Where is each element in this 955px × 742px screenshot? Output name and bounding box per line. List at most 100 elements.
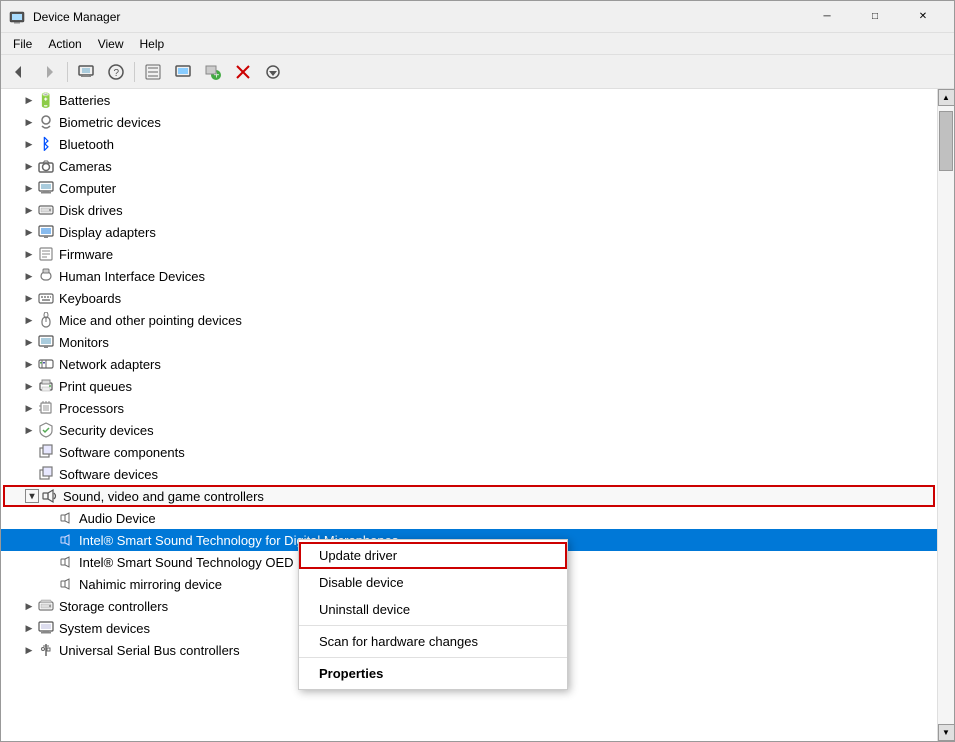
scroll-up-button[interactable]: ▲	[938, 89, 955, 106]
main-content: ▶ 🔋 Batteries ▶ Biometric devices ▶ ᛒ Bl…	[1, 89, 954, 741]
network-label: Network adapters	[59, 357, 161, 372]
tree-item-keyboards[interactable]: ▶ Keyboards	[1, 287, 937, 309]
toolbar-list[interactable]	[139, 59, 167, 85]
scroll-down-button[interactable]: ▼	[938, 724, 955, 741]
update-icon	[265, 64, 281, 80]
sound-icon	[41, 487, 59, 505]
tree-item-display[interactable]: ▶ Display adapters	[1, 221, 937, 243]
toolbar-remove[interactable]	[229, 59, 257, 85]
software-comp-icon	[37, 443, 55, 461]
print-icon	[37, 377, 55, 395]
expand-arrow-system[interactable]: ▶	[21, 620, 37, 636]
tree-item-batteries[interactable]: ▶ 🔋 Batteries	[1, 89, 937, 111]
tree-item-sound[interactable]: ▾ Sound, video and game controllers	[3, 485, 935, 507]
tree-item-biometric[interactable]: ▶ Biometric devices	[1, 111, 937, 133]
menu-view[interactable]: View	[90, 35, 132, 53]
computer-icon	[78, 64, 94, 80]
app-icon	[9, 9, 25, 25]
tree-item-mice[interactable]: ▶ Mice and other pointing devices	[1, 309, 937, 331]
title-bar-left: Device Manager	[9, 9, 120, 25]
expand-arrow-storage[interactable]: ▶	[21, 598, 37, 614]
ctx-properties[interactable]: Properties	[299, 660, 567, 687]
tree-item-software-dev[interactable]: ▶ Software devices	[1, 463, 937, 485]
tree-item-hid[interactable]: ▶ Human Interface Devices	[1, 265, 937, 287]
toolbar-computer[interactable]	[72, 59, 100, 85]
menu-file[interactable]: File	[5, 35, 40, 53]
expand-arrow-security[interactable]: ▶	[21, 422, 37, 438]
expand-arrow-display[interactable]: ▶	[21, 224, 37, 240]
expand-arrow-keyboards[interactable]: ▶	[21, 290, 37, 306]
tree-item-software-comp[interactable]: ▶ Software components	[1, 441, 937, 463]
system-icon	[37, 619, 55, 637]
scroll-thumb[interactable]	[939, 111, 953, 171]
expand-arrow-mice[interactable]: ▶	[21, 312, 37, 328]
tree-item-processors[interactable]: ▶ Processors	[1, 397, 937, 419]
scroll-track[interactable]	[938, 106, 954, 724]
toolbar-monitor[interactable]	[169, 59, 197, 85]
expand-arrow-cameras[interactable]: ▶	[21, 158, 37, 174]
biometric-icon	[37, 113, 55, 131]
toolbar-forward[interactable]	[35, 59, 63, 85]
expand-arrow-print[interactable]: ▶	[21, 378, 37, 394]
toolbar-add[interactable]: +	[199, 59, 227, 85]
expand-arrow-computer[interactable]: ▶	[21, 180, 37, 196]
tree-item-monitors[interactable]: ▶ Monitors	[1, 331, 937, 353]
expand-arrow-monitors[interactable]: ▶	[21, 334, 37, 350]
nahimic-icon	[57, 575, 75, 593]
ctx-update-driver[interactable]: Update driver	[299, 542, 567, 569]
expand-arrow-network[interactable]: ▶	[21, 356, 37, 372]
title-bar-controls: ─ □ ✕	[804, 1, 946, 33]
expand-arrow-bluetooth[interactable]: ▶	[21, 136, 37, 152]
processors-icon	[37, 399, 55, 417]
close-button[interactable]: ✕	[900, 1, 946, 33]
tree-item-security[interactable]: ▶ Security devices	[1, 419, 937, 441]
add-icon: +	[205, 64, 221, 80]
display-label: Display adapters	[59, 225, 156, 240]
expand-arrow-batteries[interactable]: ▶	[21, 92, 37, 108]
system-label: System devices	[59, 621, 150, 636]
expand-arrow-disk[interactable]: ▶	[21, 202, 37, 218]
usb-label: Universal Serial Bus controllers	[59, 643, 240, 658]
maximize-button[interactable]: □	[852, 1, 898, 33]
software-dev-icon	[37, 465, 55, 483]
expand-box-sound[interactable]: ▾	[25, 489, 39, 503]
toolbar-back[interactable]	[5, 59, 33, 85]
bluetooth-label: Bluetooth	[59, 137, 114, 152]
keyboards-label: Keyboards	[59, 291, 121, 306]
ctx-uninstall-device[interactable]: Uninstall device	[299, 596, 567, 623]
forward-icon	[41, 64, 57, 80]
toolbar-help[interactable]: ?	[102, 59, 130, 85]
toolbar-update[interactable]	[259, 59, 287, 85]
ctx-scan-changes[interactable]: Scan for hardware changes	[299, 628, 567, 655]
tree-item-computer[interactable]: ▶ Computer	[1, 177, 937, 199]
tree-item-cameras[interactable]: ▶ Cameras	[1, 155, 937, 177]
expand-arrow-biometric[interactable]: ▶	[21, 114, 37, 130]
tree-item-audio-device[interactable]: ▶ Audio Device	[1, 507, 937, 529]
batteries-icon: 🔋	[37, 91, 55, 109]
sound-label: Sound, video and game controllers	[63, 489, 264, 504]
menu-action[interactable]: Action	[40, 35, 89, 53]
disk-label: Disk drives	[59, 203, 123, 218]
tree-item-print[interactable]: ▶ Print queues	[1, 375, 937, 397]
expand-arrow-hid[interactable]: ▶	[21, 268, 37, 284]
list-icon	[145, 64, 161, 80]
expand-arrow-usb[interactable]: ▶	[21, 642, 37, 658]
display-icon	[37, 223, 55, 241]
computer-label: Computer	[59, 181, 116, 196]
ctx-disable-device[interactable]: Disable device	[299, 569, 567, 596]
device-manager-window: Device Manager ─ □ ✕ File Action View He…	[0, 0, 955, 742]
tree-item-network[interactable]: ▶ Network adapters	[1, 353, 937, 375]
tree-item-bluetooth[interactable]: ▶ ᛒ Bluetooth	[1, 133, 937, 155]
tree-item-firmware[interactable]: ▶ Firmware	[1, 243, 937, 265]
expand-arrow-firmware[interactable]: ▶	[21, 246, 37, 262]
svg-text:?: ?	[114, 68, 120, 79]
audio-device-icon	[57, 509, 75, 527]
scrollbar: ▲ ▼	[937, 89, 954, 741]
menu-help[interactable]: Help	[132, 35, 173, 53]
minimize-button[interactable]: ─	[804, 1, 850, 33]
expand-arrow-processors[interactable]: ▶	[21, 400, 37, 416]
tree-pane[interactable]: ▶ 🔋 Batteries ▶ Biometric devices ▶ ᛒ Bl…	[1, 89, 937, 741]
tree-item-disk[interactable]: ▶ Disk drives	[1, 199, 937, 221]
toolbar: ? +	[1, 55, 954, 89]
back-icon	[11, 64, 27, 80]
